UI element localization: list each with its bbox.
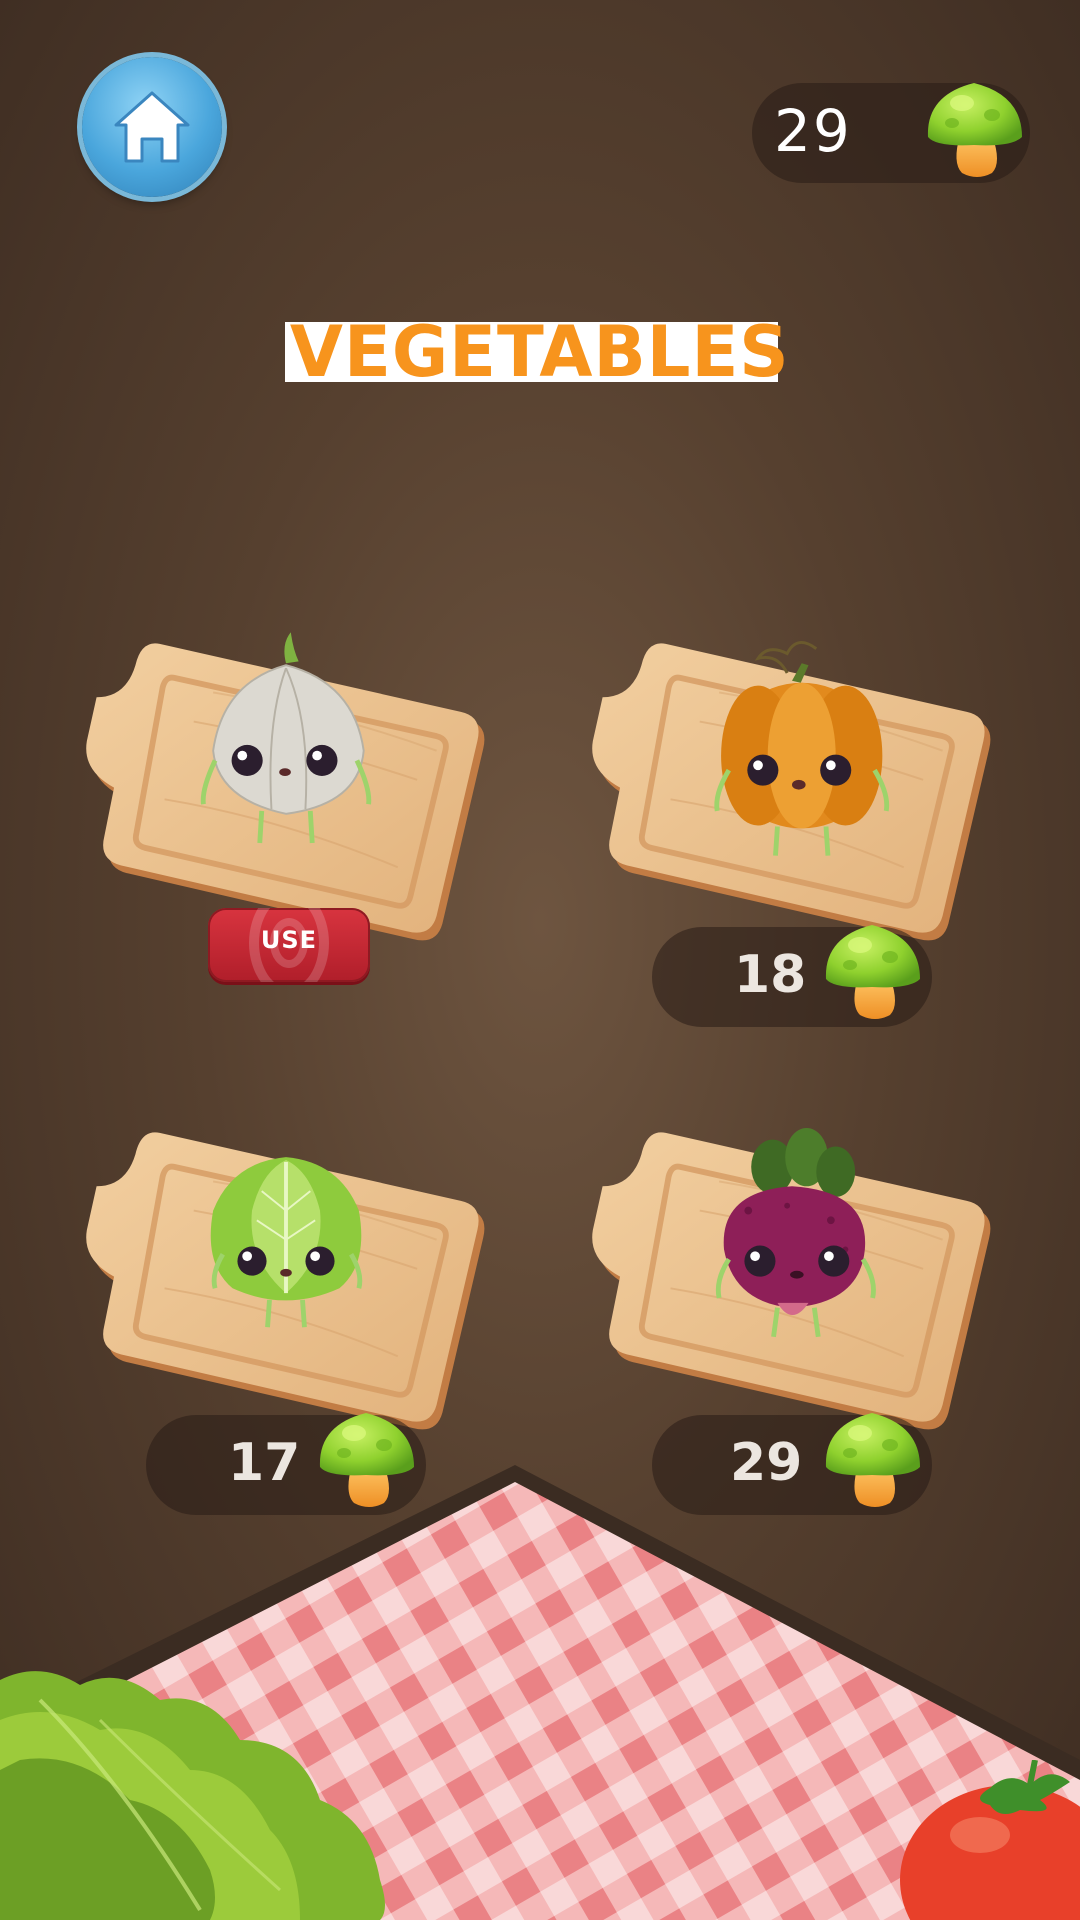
lettuce-item-card[interactable] bbox=[86, 1094, 486, 1434]
mushroom-icon bbox=[825, 925, 920, 1019]
price-value: 18 bbox=[734, 945, 807, 1005]
use-button[interactable]: USE bbox=[208, 908, 370, 982]
mushroom-icon bbox=[927, 83, 1022, 177]
use-button-label: USE bbox=[260, 926, 318, 954]
page-title: VEGETABLES bbox=[289, 311, 790, 393]
home-button[interactable] bbox=[82, 57, 222, 197]
tomato-decoration bbox=[900, 1760, 1080, 1920]
pumpkin-item-card[interactable] bbox=[592, 605, 992, 945]
home-icon bbox=[114, 91, 190, 163]
currency-count: 29 bbox=[774, 97, 852, 165]
price-tag-pumpkin: 18 bbox=[652, 925, 932, 1027]
garlic-item-card[interactable] bbox=[86, 605, 486, 945]
beet-item-card[interactable] bbox=[592, 1094, 992, 1434]
lettuce-leaves-decoration bbox=[0, 1671, 385, 1920]
currency-counter: 29 bbox=[752, 83, 1030, 183]
title-banner: VEGETABLES bbox=[285, 314, 789, 390]
